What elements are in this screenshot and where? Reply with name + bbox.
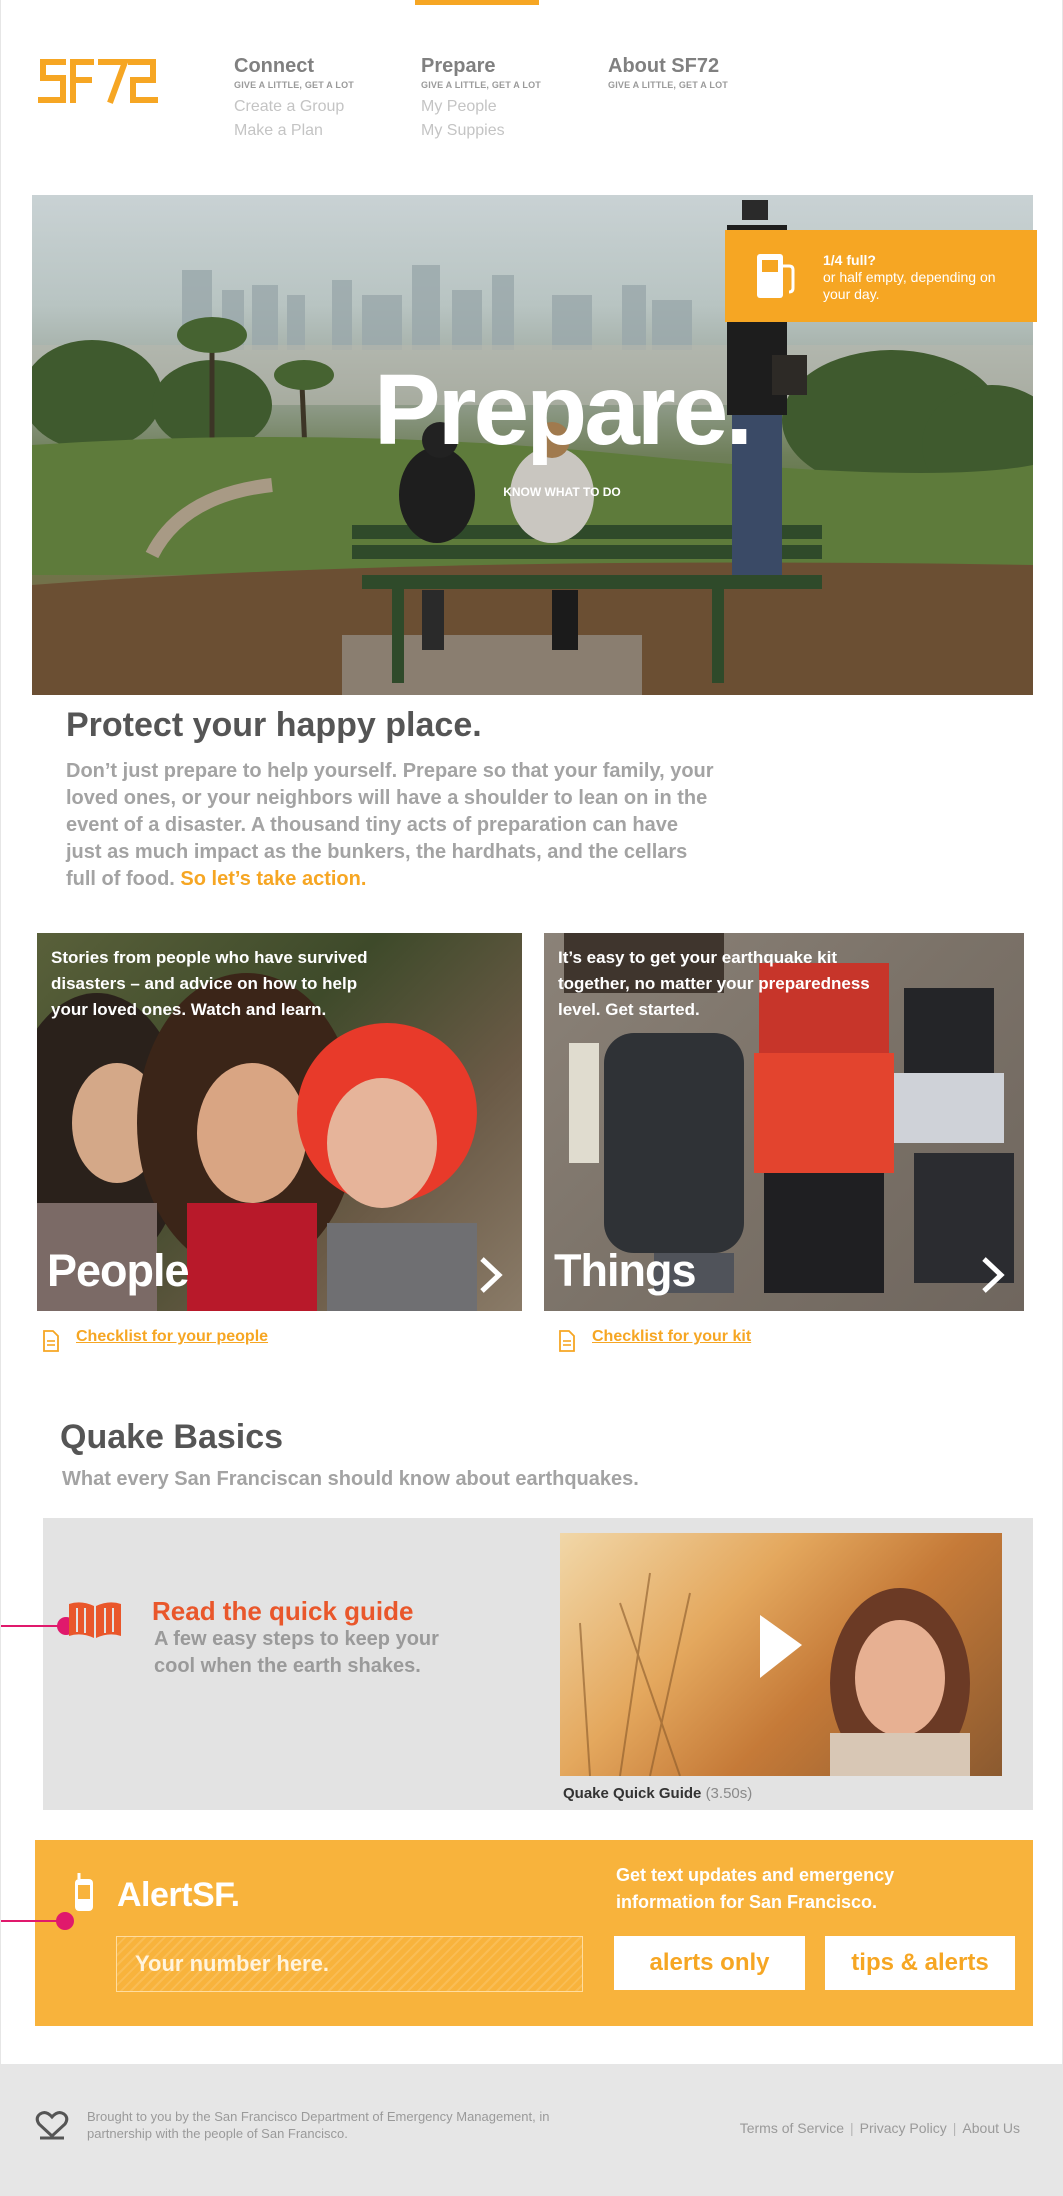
nav-about: About SF72 GIVE A LITTLE, GET A LOT xyxy=(608,54,728,91)
hero-subtitle: KNOW WHAT TO DO xyxy=(503,485,621,499)
nav-link-create-group[interactable]: Create a Group xyxy=(234,95,354,119)
link-separator: | xyxy=(952,2120,957,2136)
things-card[interactable]: It’s easy to get your earthquake kit tog… xyxy=(544,933,1024,1311)
document-icon xyxy=(559,1330,575,1352)
nav-connect: Connect GIVE A LITTLE, GET A LOT Create … xyxy=(234,54,354,143)
chevron-right-icon xyxy=(982,1257,1005,1293)
page: Connect GIVE A LITTLE, GET A LOT Create … xyxy=(0,0,1063,2196)
nav-prepare-title[interactable]: Prepare xyxy=(421,54,541,78)
about-us-link[interactable]: About Us xyxy=(962,2120,1020,2136)
mobile-phone-icon xyxy=(75,1873,93,1911)
kit-checklist-link[interactable]: Checklist for your kit xyxy=(592,1328,751,1346)
fuel-callout: 1/4 full? or half empty, depending on yo… xyxy=(725,230,1037,322)
open-book-icon xyxy=(69,1602,121,1638)
phone-number-input[interactable] xyxy=(116,1936,583,1992)
take-action-link[interactable]: So let’s take action. xyxy=(180,868,366,890)
alertsf-description: Get text updates and emergency informati… xyxy=(616,1865,895,1912)
video-thumbnail xyxy=(579,1572,970,1776)
people-card-text: Stories from people who have survived di… xyxy=(51,948,368,1019)
footer-credit: Brought to you by the San Francisco Depa… xyxy=(87,2109,550,2141)
nav-about-title[interactable]: About SF72 xyxy=(608,54,728,78)
heart-logo-icon xyxy=(35,2111,69,2140)
nav-link-my-supplies[interactable]: My Suppies xyxy=(421,119,541,143)
nav-connect-title[interactable]: Connect xyxy=(234,54,354,78)
nav-prepare-subtitle: GIVE A LITTLE, GET A LOT xyxy=(421,80,541,90)
video-player[interactable] xyxy=(560,1533,1002,1776)
people-checklist-link[interactable]: Checklist for your people xyxy=(76,1328,268,1346)
sf72-logo[interactable] xyxy=(35,56,159,106)
nav-connect-subtitle: GIVE A LITTLE, GET A LOT xyxy=(234,80,354,90)
fuel-pump-icon xyxy=(757,254,795,298)
intro-body: Don’t just prepare to help yourself. Pre… xyxy=(66,758,716,893)
people-card[interactable]: Stories from people who have survived di… xyxy=(37,933,522,1311)
intro-body-text: Don’t just prepare to help yourself. Pre… xyxy=(66,760,714,890)
alerts-only-button[interactable]: alerts only xyxy=(614,1936,805,1990)
annotation-pin-line xyxy=(1,1625,65,1627)
document-icon xyxy=(43,1330,59,1352)
alertsf-title: AlertSF. xyxy=(117,1876,240,1914)
privacy-policy-link[interactable]: Privacy Policy xyxy=(860,2120,947,2136)
fuel-callout-text: or half empty, depending on your day. xyxy=(823,269,996,302)
annotation-pin-dot xyxy=(56,1912,74,1930)
intro-title: Protect your happy place. xyxy=(66,706,482,744)
terms-of-service-link[interactable]: Terms of Service xyxy=(740,2120,844,2136)
video-caption: Quake Quick Guide (3.50s) xyxy=(563,1785,752,1802)
chevron-right-icon xyxy=(480,1257,503,1293)
quake-basics-subtitle: What every San Franciscan should know ab… xyxy=(62,1468,639,1490)
quake-basics-title: Quake Basics xyxy=(60,1418,284,1456)
annotation-pin-line xyxy=(1,1920,61,1922)
link-separator: | xyxy=(849,2120,854,2136)
fuel-callout-title: 1/4 full? xyxy=(823,252,876,268)
video-title: Quake Quick Guide xyxy=(563,1785,702,1802)
footer-links: Terms of Service | Privacy Policy | About Us xyxy=(740,2120,1020,2136)
nav-link-my-people[interactable]: My People xyxy=(421,95,541,119)
nav-prepare: Prepare GIVE A LITTLE, GET A LOT My Peop… xyxy=(421,54,541,143)
quick-guide-link[interactable]: Read the quick guide xyxy=(152,1596,414,1627)
tips-and-alerts-button[interactable]: tips & alerts xyxy=(825,1936,1015,1990)
quick-guide-description: A few easy steps to keep your cool when … xyxy=(154,1628,439,1677)
things-card-text: It’s easy to get your earthquake kit tog… xyxy=(558,948,870,1019)
nav-link-make-plan[interactable]: Make a Plan xyxy=(234,119,354,143)
nav-about-subtitle: GIVE A LITTLE, GET A LOT xyxy=(608,80,728,90)
hero-title: Prepare. xyxy=(373,354,753,466)
video-duration: (3.50s) xyxy=(705,1785,753,1802)
people-card-title: People xyxy=(47,1245,190,1296)
nav-active-indicator xyxy=(415,0,539,5)
things-card-title: Things xyxy=(554,1245,696,1296)
